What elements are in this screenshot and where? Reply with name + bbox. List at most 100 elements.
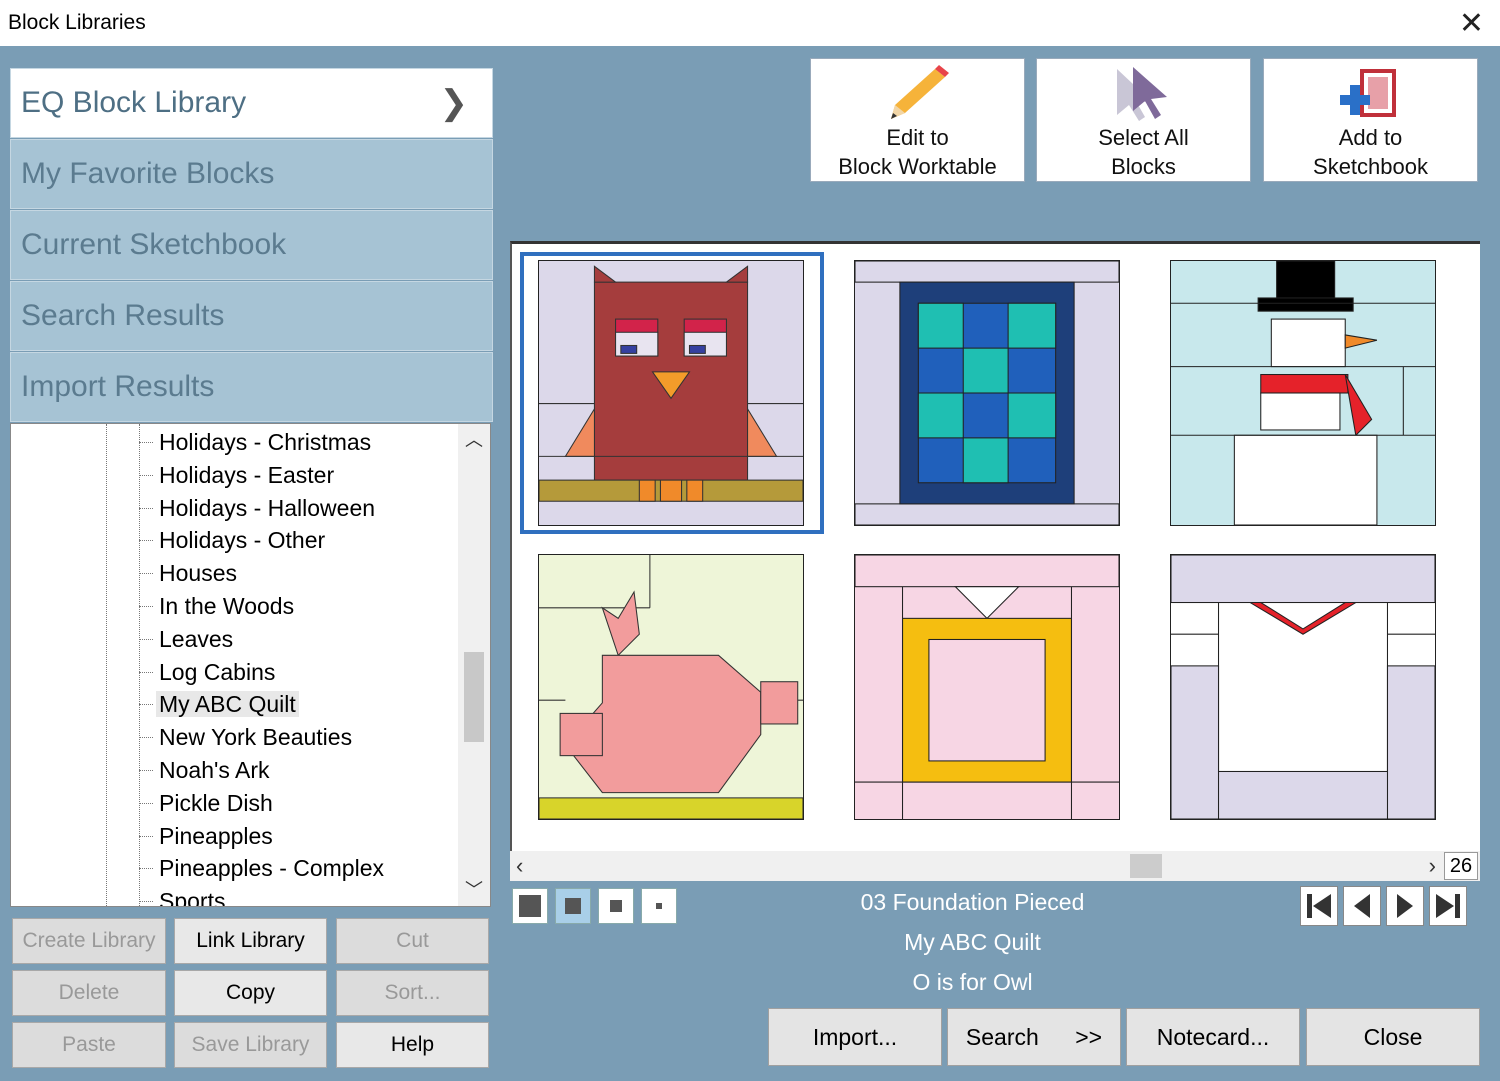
search-arrow: >> bbox=[1075, 1024, 1103, 1050]
scroll-up-icon[interactable]: ︿ bbox=[458, 426, 490, 454]
library-my-favorite-blocks[interactable]: My Favorite Blocks bbox=[10, 139, 493, 209]
block-count: 26 bbox=[1444, 852, 1478, 880]
tree-item[interactable]: Pickle Dish bbox=[139, 787, 384, 820]
cut-button[interactable]: Cut bbox=[336, 918, 489, 964]
tree-item[interactable]: New York Beauties bbox=[139, 721, 384, 754]
tree-item-label: New York Beauties bbox=[159, 724, 353, 751]
tree-guide bbox=[106, 424, 107, 906]
previous-icon bbox=[1354, 894, 1370, 918]
label-line: Add to bbox=[1338, 125, 1403, 150]
tree-item[interactable]: Log Cabins bbox=[139, 656, 384, 689]
previous-page-button[interactable] bbox=[1343, 886, 1381, 926]
large-square-icon bbox=[519, 895, 541, 917]
label-line: Select All bbox=[1098, 125, 1189, 150]
tree-item-selected[interactable]: My ABC Quilt bbox=[139, 688, 384, 721]
import-button[interactable]: Import... bbox=[768, 1008, 942, 1066]
tree-item[interactable]: Holidays - Christmas bbox=[139, 426, 384, 459]
tree-item[interactable]: Noah's Ark bbox=[139, 754, 384, 787]
category-name: 03 Foundation Pieced bbox=[860, 889, 1085, 915]
window-title: Block Libraries bbox=[8, 11, 146, 34]
library-import-results[interactable]: Import Results bbox=[10, 352, 493, 422]
library-tree[interactable]: Holidays - Christmas Holidays - Easter H… bbox=[10, 423, 491, 907]
small-square-icon bbox=[610, 900, 622, 912]
search-button[interactable]: Search >> bbox=[947, 1008, 1121, 1066]
scroll-down-icon[interactable]: ﹀ bbox=[458, 876, 490, 904]
tree-item[interactable]: Pineapples - Complex bbox=[139, 852, 384, 885]
last-page-button[interactable] bbox=[1429, 886, 1467, 926]
last-icon bbox=[1436, 894, 1460, 918]
size-medium-button[interactable] bbox=[555, 888, 591, 924]
grid-scrollbar[interactable]: ‹ › 26 bbox=[510, 851, 1480, 881]
scroll-thumb[interactable] bbox=[464, 652, 484, 742]
size-large-button[interactable] bbox=[512, 888, 548, 924]
tree-scrollbar[interactable]: ︿ ﹀ bbox=[458, 424, 490, 906]
block-square[interactable] bbox=[854, 554, 1120, 820]
save-library-button[interactable]: Save Library bbox=[174, 1022, 327, 1068]
library-eq-block-library[interactable]: EQ Block Library ❯ bbox=[10, 68, 493, 138]
tree-item[interactable]: Houses bbox=[139, 557, 384, 590]
tree-item[interactable]: Holidays - Halloween bbox=[139, 492, 384, 525]
next-page-button[interactable] bbox=[1386, 886, 1424, 926]
search-label: Search bbox=[965, 1024, 1039, 1050]
copy-button[interactable]: Copy bbox=[174, 970, 327, 1016]
delete-button[interactable]: Delete bbox=[12, 970, 166, 1016]
tree-item-label: Holidays - Easter bbox=[159, 461, 335, 488]
first-page-button[interactable] bbox=[1300, 886, 1338, 926]
scroll-left-icon[interactable]: ‹ bbox=[516, 851, 523, 881]
tree-item-label: Holidays - Halloween bbox=[159, 494, 376, 521]
paste-button[interactable]: Paste bbox=[12, 1022, 166, 1068]
snowman-block-image bbox=[1171, 261, 1435, 525]
block-snowman[interactable] bbox=[1170, 260, 1436, 526]
edit-block-worktable-button[interactable]: Edit to Block Worktable bbox=[810, 58, 1025, 182]
notecard-button[interactable]: Notecard... bbox=[1126, 1008, 1300, 1066]
help-button[interactable]: Help bbox=[336, 1022, 489, 1068]
cursor-icon bbox=[1117, 67, 1167, 121]
size-small-button[interactable] bbox=[598, 888, 634, 924]
link-library-button[interactable]: Link Library bbox=[174, 918, 327, 964]
tree-item[interactable]: Holidays - Easter bbox=[139, 459, 384, 492]
select-all-blocks-button[interactable]: Select All Blocks bbox=[1036, 58, 1251, 182]
next-icon bbox=[1397, 894, 1413, 918]
tree-item-label: My ABC Quilt bbox=[156, 691, 299, 718]
block-grid[interactable] bbox=[510, 241, 1480, 877]
add-to-sketchbook-button[interactable]: Add to Sketchbook bbox=[1263, 58, 1478, 182]
block-pig[interactable] bbox=[538, 554, 804, 820]
scroll-thumb[interactable] bbox=[1130, 854, 1162, 878]
size-tiny-button[interactable] bbox=[641, 888, 677, 924]
library-label: Current Sketchbook bbox=[21, 228, 287, 261]
tree-item[interactable]: Holidays - Other bbox=[139, 524, 384, 557]
tree-list: Holidays - Christmas Holidays - Easter H… bbox=[139, 426, 384, 907]
add-sketchbook-label: Add to Sketchbook bbox=[1264, 123, 1477, 181]
block-shirt[interactable] bbox=[1170, 554, 1436, 820]
create-library-button[interactable]: Create Library bbox=[12, 918, 166, 964]
close-button[interactable]: Close bbox=[1306, 1008, 1480, 1066]
tree-item-label: Leaves bbox=[159, 625, 234, 652]
library-current-sketchbook[interactable]: Current Sketchbook bbox=[10, 210, 493, 280]
sort-button[interactable]: Sort... bbox=[336, 970, 489, 1016]
tree-item-label: Log Cabins bbox=[159, 658, 276, 685]
tree-item[interactable]: Pineapples bbox=[139, 820, 384, 853]
tree-item-label: Pineapples bbox=[159, 822, 273, 849]
label-line: Sketchbook bbox=[1313, 154, 1428, 179]
tree-item[interactable]: Sports bbox=[139, 885, 384, 907]
shirt-block-image bbox=[1171, 555, 1435, 819]
tree-item-label: Holidays - Christmas bbox=[159, 429, 372, 455]
select-all-label: Select All Blocks bbox=[1037, 123, 1250, 181]
tiny-square-icon bbox=[656, 903, 662, 909]
block-window[interactable] bbox=[854, 260, 1120, 526]
label-line: Blocks bbox=[1111, 154, 1176, 179]
scroll-right-icon[interactable]: › bbox=[1429, 851, 1436, 881]
window-block-image bbox=[855, 261, 1119, 525]
library-search-results[interactable]: Search Results bbox=[10, 281, 493, 351]
tree-item[interactable]: Leaves bbox=[139, 623, 384, 656]
tree-item-label: Sports bbox=[159, 888, 226, 907]
tree-item[interactable]: In the Woods bbox=[139, 590, 384, 623]
tree-item-label: Pineapples - Complex bbox=[159, 855, 385, 882]
block-owl[interactable] bbox=[538, 260, 804, 526]
label-line: Block Worktable bbox=[838, 154, 997, 179]
close-icon[interactable]: ✕ bbox=[1459, 6, 1484, 41]
tree-item-label: Houses bbox=[159, 560, 237, 587]
chevron-right-icon: ❯ bbox=[439, 84, 469, 122]
library-label: My Favorite Blocks bbox=[21, 157, 275, 190]
tree-item-label: In the Woods bbox=[159, 592, 295, 619]
